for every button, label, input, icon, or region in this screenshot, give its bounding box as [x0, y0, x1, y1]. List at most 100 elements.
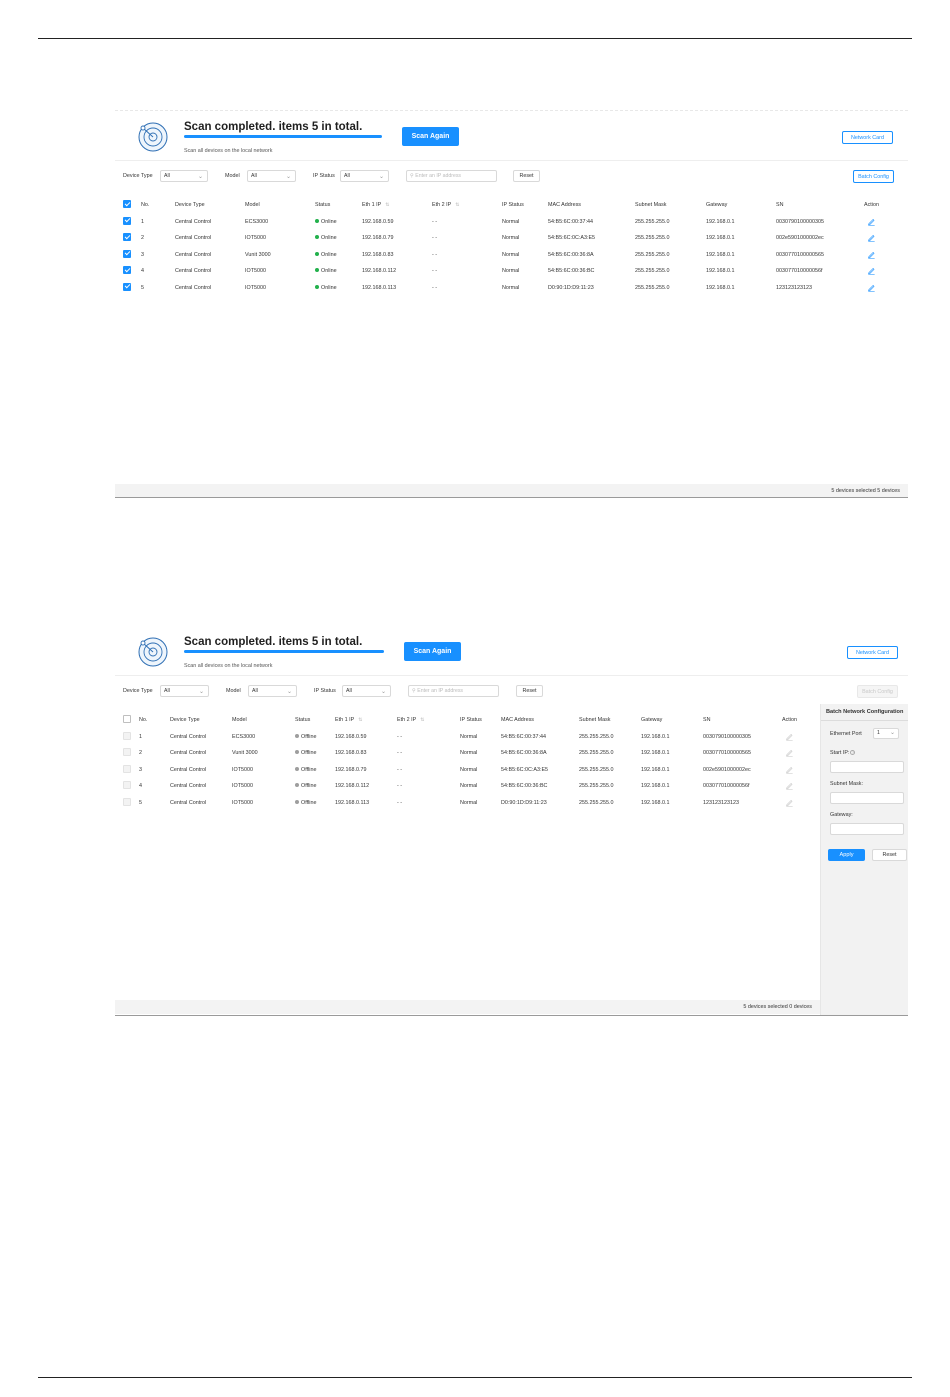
sort-icon[interactable]: ⇅: [455, 202, 459, 208]
table-row[interactable]: 5 Central Control IOT5000 Online 192.168.0.1…: [115, 280, 908, 297]
cell-mask-text: 255.255.255.0: [579, 766, 614, 773]
subnet-mask-input[interactable]: [830, 792, 904, 804]
cell-gateway: 192.168.0.1: [641, 734, 669, 740]
edit-icon[interactable]: [867, 233, 876, 242]
table-row[interactable]: 3 Central Control IOT5000 Offline 192.168.0.…: [115, 762, 820, 779]
cell-eth2-text: - -: [397, 766, 403, 773]
edit-icon[interactable]: [867, 250, 876, 259]
column-header-label: Eth 1 IP: [362, 202, 382, 208]
table-row[interactable]: 4 Central Control IOT5000 Offline 192.168.0.…: [115, 778, 820, 795]
cell-ip-status-text: Normal: [460, 799, 478, 806]
table-row[interactable]: 2 Central Control IOT5000 Online 192.168.0.7…: [115, 230, 908, 247]
column-header[interactable]: Eth 2 IP ⇅: [397, 717, 424, 723]
gateway-input[interactable]: [830, 823, 904, 835]
row-checkbox[interactable]: [123, 748, 131, 756]
batch-config-button[interactable]: Batch Config: [857, 685, 898, 698]
start-ip-input[interactable]: [830, 761, 904, 773]
scan-header: Scan completed. items 5 in total. Scan a…: [115, 626, 908, 676]
table-row[interactable]: 1 Central Control ECS3000 Online 192.168.0.5…: [115, 214, 908, 231]
edit-icon[interactable]: [785, 798, 794, 807]
cell-eth1: 192.168.0.79: [335, 767, 366, 773]
device-type-value: All: [164, 173, 170, 179]
cell-sn: 002e5901000002ec: [776, 235, 824, 241]
select-all-checkbox[interactable]: [123, 200, 131, 208]
cell-no: 1: [141, 219, 144, 225]
edit-icon[interactable]: [785, 765, 794, 774]
cell-device-type: Central Control: [170, 800, 206, 806]
cell-gateway-text: 192.168.0.1: [706, 235, 735, 241]
column-header: No.: [139, 717, 147, 723]
cell-eth1: 192.168.0.112: [335, 783, 369, 789]
filter-bar: Device Type All ⌄ Model All ⌄ IP Status …: [115, 685, 908, 698]
network-card-button[interactable]: Network Card: [847, 646, 898, 659]
column-header[interactable]: Eth 1 IP ⇅: [335, 717, 362, 723]
row-checkbox[interactable]: [123, 249, 131, 258]
column-header[interactable]: Eth 2 IP ⇅: [432, 202, 459, 208]
scan-again-button[interactable]: Scan Again: [402, 127, 459, 146]
table-row[interactable]: 2 Central Control Vunit 3000 Offline 192.168…: [115, 745, 820, 762]
ip-search-input[interactable]: ⚲ Enter an IP address: [408, 685, 499, 697]
device-type-select[interactable]: All ⌄: [160, 685, 209, 697]
column-header: IP Status: [502, 202, 524, 208]
edit-icon[interactable]: [785, 732, 794, 741]
cell-model-text: IOT5000: [245, 284, 266, 291]
cell-mask: 255.255.255.0: [579, 800, 613, 806]
ip-status-select[interactable]: All ⌄: [340, 170, 389, 182]
sort-icon[interactable]: ⇅: [420, 717, 424, 723]
row-checkbox[interactable]: [123, 731, 131, 740]
row-checkbox[interactable]: [123, 781, 131, 789]
batch-config-button[interactable]: Batch Config: [853, 170, 894, 183]
edit-icon[interactable]: [785, 748, 794, 757]
apply-button[interactable]: Apply: [828, 849, 865, 861]
row-checkbox[interactable]: [123, 282, 131, 291]
edit-icon[interactable]: [867, 283, 876, 292]
status-dot-icon: [315, 218, 319, 223]
network-card-button[interactable]: Network Card: [842, 131, 893, 144]
cell-no: 2: [141, 235, 144, 241]
model-value: All: [251, 173, 257, 179]
cell-device-type: Central Control: [170, 750, 206, 756]
cell-model-text: IOT5000: [245, 235, 266, 241]
cell-model-text: ECS3000: [245, 218, 269, 225]
row-checkbox[interactable]: [123, 233, 131, 241]
table-row[interactable]: 5 Central Control IOT5000 Offline 192.168.0.…: [115, 795, 820, 812]
row-checkbox[interactable]: [123, 266, 131, 274]
cell-eth1: 192.168.0.59: [335, 734, 366, 740]
status-dot-icon: [295, 766, 299, 771]
cell-mask: 255.255.255.0: [635, 285, 669, 291]
reset-button[interactable]: Reset: [516, 685, 543, 697]
row-checkbox[interactable]: [123, 216, 131, 225]
cell-model: IOT5000: [232, 800, 253, 806]
device-type-select[interactable]: All ⌄: [160, 170, 208, 182]
status-dot-icon: [315, 284, 319, 289]
model-select[interactable]: All ⌄: [247, 170, 296, 182]
cell-gateway-text: 192.168.0.1: [641, 783, 670, 789]
sort-icon[interactable]: ⇅: [385, 202, 389, 208]
row-checkbox[interactable]: [123, 764, 131, 773]
cell-sn: 003077010000056f: [776, 268, 822, 274]
edit-icon[interactable]: [867, 266, 876, 275]
ip-search-input[interactable]: ⚲ Enter an IP address: [406, 170, 497, 182]
edit-icon[interactable]: [867, 217, 876, 226]
column-header[interactable]: Eth 1 IP ⇅: [362, 202, 389, 208]
question-circle-icon: ?: [850, 750, 856, 756]
model-value: All: [252, 688, 258, 694]
table-row[interactable]: 4 Central Control IOT5000 Online 192.168.0.1…: [115, 263, 908, 280]
model-select[interactable]: All ⌄: [248, 685, 297, 697]
sort-icon[interactable]: ⇅: [358, 717, 362, 723]
reset-button[interactable]: Reset: [513, 170, 540, 182]
table-row[interactable]: 3 Central Control Vunit 3000 Online 192.168.…: [115, 247, 908, 264]
cell-eth1-text: 192.168.0.59: [362, 218, 394, 225]
column-header-label: Device Type: [175, 202, 205, 208]
scan-progress-bar: [184, 650, 384, 653]
cell-status: Online: [315, 252, 337, 258]
table-row[interactable]: 1 Central Control ECS3000 Offline 192.168.0.…: [115, 729, 820, 746]
row-checkbox[interactable]: [123, 797, 131, 806]
panel-reset-button[interactable]: Reset: [872, 849, 907, 861]
ip-status-select[interactable]: All ⌄: [342, 685, 391, 697]
ethernet-port-select[interactable]: 1 ⌄: [873, 728, 899, 739]
search-icon: ⚲: [412, 688, 416, 694]
select-all-checkbox[interactable]: [123, 715, 131, 723]
scan-again-button[interactable]: Scan Again: [404, 642, 461, 661]
edit-icon[interactable]: [785, 781, 794, 790]
